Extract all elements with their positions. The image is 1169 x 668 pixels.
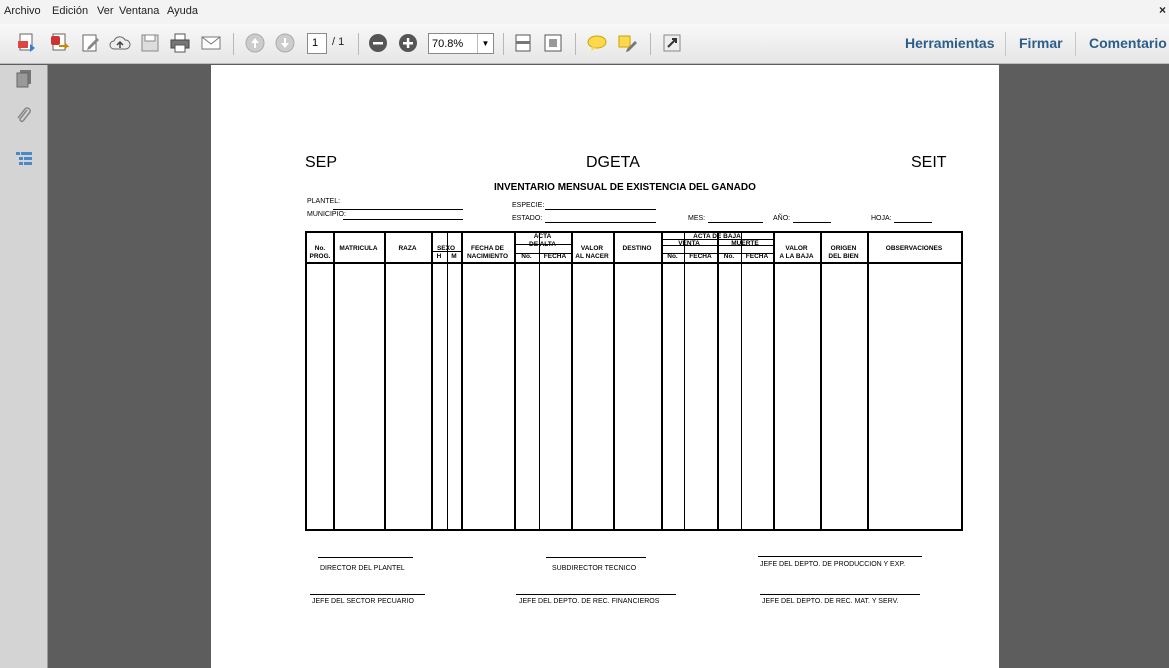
especie-label: ESPECIE: xyxy=(512,202,545,209)
menu-ayuda[interactable]: Ayuda xyxy=(167,5,198,17)
municipio-label: MUNICIPIO: xyxy=(307,211,346,218)
inventory-table: No. PROG. MATRICULA RAZA SEXO H M FECHA … xyxy=(305,231,963,531)
page-total: / 1 xyxy=(332,36,345,48)
col-valor-baja: VALOR A LA BAJA xyxy=(779,245,814,260)
form-title: INVENTARIO MENSUAL DE EXISTENCIA DEL GAN… xyxy=(494,182,756,193)
email-icon[interactable] xyxy=(199,31,223,55)
estado-label: ESTADO: xyxy=(512,215,543,222)
page-number-input[interactable]: 1 xyxy=(307,33,327,54)
zoom-in-icon[interactable] xyxy=(396,31,420,55)
col-muerte: MUERTE xyxy=(731,240,759,247)
mes-label: MES: xyxy=(688,215,706,222)
menu-edicion[interactable]: Edición xyxy=(52,5,88,17)
fullscreen-icon[interactable] xyxy=(660,31,684,55)
zoom-out-icon[interactable] xyxy=(366,31,390,55)
tab-separator xyxy=(1005,32,1006,56)
col-raza: RAZA xyxy=(398,245,417,252)
menu-bar: Archivo Edición Ver Ventana Ayuda × xyxy=(0,0,1169,24)
col-alta-no: No. xyxy=(521,253,532,260)
signature-subdirector: SUBDIRECTOR TECNICO xyxy=(552,565,637,572)
col-muerte-no: No. xyxy=(723,253,735,260)
layers-icon[interactable] xyxy=(14,149,34,169)
col-acta-alta: ACTA DE ALTA xyxy=(529,233,556,248)
col-alta-fecha: FECHA xyxy=(543,253,567,260)
close-icon[interactable]: × xyxy=(1159,3,1166,17)
signature-jefe-materiales: JEFE DEL DEPTO. DE REC. MAT. Y SERV. xyxy=(762,598,899,605)
col-venta-no: No. xyxy=(667,253,678,260)
page-up-icon[interactable] xyxy=(243,31,267,55)
tab-comentario[interactable]: Comentario xyxy=(1089,35,1167,51)
col-sexo: SEXO xyxy=(436,245,456,252)
header-dgeta: DGETA xyxy=(586,154,640,171)
zoom-value: 70.8% xyxy=(432,38,464,50)
col-matricula: MATRICULA xyxy=(339,245,378,252)
col-observaciones: OBSERVACIONES xyxy=(885,245,943,252)
col-venta: VENTA xyxy=(678,240,700,247)
col-venta-fecha: FECHA xyxy=(689,253,712,260)
toolbar-separator xyxy=(650,33,651,55)
header-seit: SEIT xyxy=(911,154,947,171)
fit-width-icon[interactable] xyxy=(511,31,535,55)
menu-ventana[interactable]: Ventana xyxy=(119,5,159,17)
menu-archivo[interactable]: Archivo xyxy=(4,5,41,17)
col-origen-bien: ORIGEN DEL BIEN xyxy=(828,245,859,260)
page-down-icon[interactable] xyxy=(273,31,297,55)
signature-director: DIRECTOR DEL PLANTEL xyxy=(320,565,405,572)
create-pdf-icon[interactable] xyxy=(15,31,39,55)
toolbar-separator xyxy=(233,33,234,55)
attachments-icon[interactable] xyxy=(14,106,34,126)
toolbar: 1 / 1 70.8% ▼ Herramientas Firmar Coment… xyxy=(0,24,1169,64)
col-muerte-fecha: FECHA xyxy=(745,253,769,260)
tab-separator xyxy=(1075,32,1076,56)
export-pdf-icon[interactable] xyxy=(47,31,71,55)
col-valor-nacer: VALOR AL NACER xyxy=(575,245,609,260)
signature-jefe-produccion: JEFE DEL DEPTO. DE PRODUCCION Y EXP. xyxy=(760,561,906,568)
col-no-prog: No. PROG. xyxy=(309,245,331,260)
col-sexo-m: M xyxy=(451,253,457,260)
hoja-label: HOJA: xyxy=(871,215,892,222)
save-icon[interactable] xyxy=(138,31,162,55)
navigation-sidebar xyxy=(0,65,48,668)
header-sep: SEP xyxy=(305,154,338,171)
chevron-down-icon[interactable]: ▼ xyxy=(477,34,493,53)
toolbar-separator xyxy=(575,33,576,55)
col-destino: DESTINO xyxy=(622,245,652,252)
toolbar-separator xyxy=(358,33,359,55)
anio-label: AÑO: xyxy=(773,215,791,222)
pages-icon[interactable] xyxy=(14,68,34,88)
print-icon[interactable] xyxy=(168,31,192,55)
plantel-label: PLANTEL: xyxy=(307,198,341,205)
upload-cloud-icon[interactable] xyxy=(108,31,132,55)
signature-jefe-pecuario: JEFE DEL SECTOR PECUARIO xyxy=(312,598,414,605)
toolbar-separator xyxy=(503,33,504,55)
tab-herramientas[interactable]: Herramientas xyxy=(905,35,995,51)
highlight-icon[interactable] xyxy=(615,31,639,55)
fit-page-icon[interactable] xyxy=(541,31,565,55)
menu-ver[interactable]: Ver xyxy=(97,5,114,17)
zoom-select[interactable]: 70.8% ▼ xyxy=(428,33,494,54)
signature-jefe-financieros: JEFE DEL DEPTO. DE REC. FINANCIEROS xyxy=(519,598,660,605)
edit-pdf-icon[interactable] xyxy=(79,31,103,55)
col-fecha-nacimiento: FECHA DE NACIMIENTO xyxy=(466,245,509,260)
tab-firmar[interactable]: Firmar xyxy=(1019,35,1063,51)
col-sexo-h: H xyxy=(436,253,442,260)
comment-icon[interactable] xyxy=(585,31,609,55)
